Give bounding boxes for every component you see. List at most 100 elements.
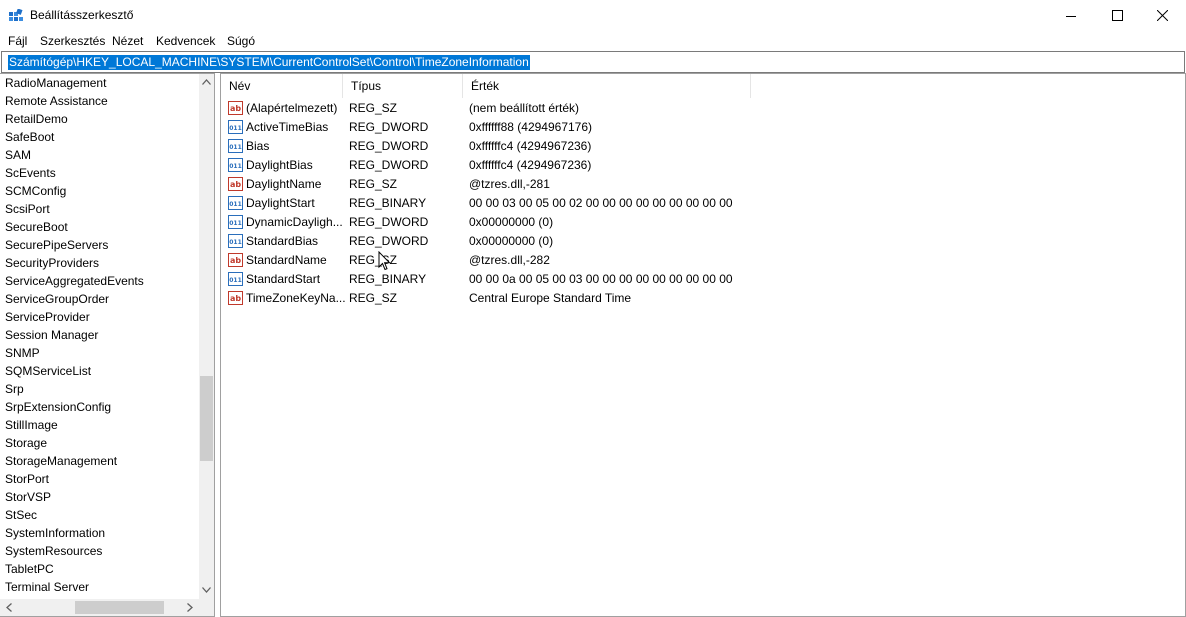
tree-item[interactable]: ServiceAggregatedEvents	[5, 272, 144, 290]
value-data: 00 00 03 00 05 00 02 00 00 00 00 00 00 0…	[469, 196, 733, 210]
tree-item[interactable]: RadioManagement	[5, 74, 106, 92]
value-type: REG_SZ	[349, 291, 398, 305]
tree-horizontal-scroll-thumb[interactable]	[75, 601, 164, 614]
value-name: StandardBias	[246, 234, 319, 248]
tree-item[interactable]: SecurityProviders	[5, 254, 99, 272]
table-row[interactable]: ab (Alapértelmezett) REG_SZ (nem beállított…	[221, 99, 1185, 118]
menu-favorites[interactable]: Kedvencek	[156, 34, 215, 48]
tree-item[interactable]: SystemResources	[5, 542, 102, 560]
value-type: REG_DWORD	[349, 234, 429, 248]
table-row[interactable]: 011 DaylightStart REG_BINARY 00 00 03 00 05…	[221, 194, 1185, 213]
svg-text:ab: ab	[230, 104, 241, 113]
scroll-left-button[interactable]	[1, 600, 16, 615]
value-name: TimeZoneKeyNa...	[246, 291, 346, 305]
column-header-type[interactable]: Típus	[343, 74, 463, 98]
tree-item[interactable]: Terminal Server	[5, 578, 89, 596]
svg-text:011: 011	[229, 163, 242, 170]
menu-file[interactable]: Fájl	[8, 34, 27, 48]
maximize-button[interactable]	[1094, 0, 1140, 31]
menu-view[interactable]: Nézet	[112, 34, 143, 48]
table-row[interactable]: ab TimeZoneKeyNa... REG_SZ Central Europe S…	[221, 289, 1185, 308]
table-row[interactable]: 011 ActiveTimeBias REG_DWORD 0xffffff88 (42…	[221, 118, 1185, 137]
svg-text:ab: ab	[230, 294, 241, 303]
scroll-down-button[interactable]	[199, 582, 214, 597]
menu-help[interactable]: Súgó	[227, 34, 255, 48]
table-row[interactable]: ab StandardName REG_SZ @tzres.dll,-282	[221, 251, 1185, 270]
string-value-icon: ab	[228, 177, 243, 191]
chevron-up-icon	[202, 78, 211, 85]
menu-edit[interactable]: Szerkesztés	[40, 34, 105, 48]
tree-item[interactable]: SNMP	[5, 344, 40, 362]
value-data: 0x00000000 (0)	[469, 215, 554, 229]
value-name: DaylightBias	[246, 158, 313, 172]
table-row[interactable]: 011 DaylightBias REG_DWORD 0xffffffc4 (4294…	[221, 156, 1185, 175]
tree-item[interactable]: SecureBoot	[5, 218, 68, 236]
binary-value-icon: 011	[228, 234, 243, 248]
value-name: Bias	[246, 139, 270, 153]
tree-item[interactable]: StSec	[5, 506, 37, 524]
value-list[interactable]: Név Típus Érték ab (Alapértelmezett) REG_S…	[220, 73, 1186, 617]
tree-item[interactable]: SQMServiceList	[5, 362, 91, 380]
tree-item[interactable]: SecurePipeServers	[5, 236, 108, 254]
value-name: DaylightStart	[246, 196, 315, 210]
table-row[interactable]: ab DaylightName REG_SZ @tzres.dll,-281	[221, 175, 1185, 194]
tree-item[interactable]: SrpExtensionConfig	[5, 398, 111, 416]
table-row[interactable]: 011 DynamicDayligh... REG_DWORD 0x00000000 …	[221, 213, 1185, 232]
value-data: 0xffffff88 (4294967176)	[469, 120, 593, 134]
tree-item[interactable]: StorageManagement	[5, 452, 117, 470]
tree-item[interactable]: StillImage	[5, 416, 58, 434]
tree-item[interactable]: ScEvents	[5, 164, 56, 182]
value-type: REG_SZ	[349, 177, 398, 191]
window-title: Beállításszerkesztő	[30, 8, 134, 22]
tree-item[interactable]: SystemInformation	[5, 524, 105, 542]
svg-text:011: 011	[229, 144, 242, 151]
scroll-up-button[interactable]	[199, 74, 214, 89]
value-type: REG_DWORD	[349, 139, 429, 153]
tree-item[interactable]: ScsiPort	[5, 200, 50, 218]
chevron-right-icon	[186, 603, 193, 612]
table-row[interactable]: 011 StandardBias REG_DWORD 0x00000000 (0)	[221, 232, 1185, 251]
tree-item[interactable]: SAM	[5, 146, 31, 164]
tree-item[interactable]: StorPort	[5, 470, 49, 488]
address-path[interactable]: Számítógép\HKEY_LOCAL_MACHINE\SYSTEM\Cur…	[8, 55, 530, 70]
svg-text:ab: ab	[230, 256, 241, 265]
address-bar[interactable]: Számítógép\HKEY_LOCAL_MACHINE\SYSTEM\Cur…	[1, 51, 1185, 73]
svg-text:011: 011	[229, 201, 242, 208]
table-row[interactable]: 011 Bias REG_DWORD 0xffffffc4 (4294967236)	[221, 137, 1185, 156]
tree-item[interactable]: Storage	[5, 434, 47, 452]
table-row[interactable]: 011 StandardStart REG_BINARY 00 00 0a 00 05…	[221, 270, 1185, 289]
tree-item[interactable]: TabletPC	[5, 560, 54, 578]
value-data: @tzres.dll,-281	[469, 177, 550, 191]
binary-value-icon: 011	[228, 272, 243, 286]
svg-text:ab: ab	[230, 180, 241, 189]
tree-item[interactable]: SafeBoot	[5, 128, 54, 146]
svg-text:011: 011	[229, 220, 242, 227]
tree-vertical-scrollbar[interactable]	[199, 74, 214, 599]
tree-item[interactable]: SCMConfig	[5, 182, 66, 200]
scroll-right-button[interactable]	[182, 600, 197, 615]
value-data: 0xffffffc4 (4294967236)	[469, 158, 592, 172]
tree-item[interactable]: ServiceGroupOrder	[5, 290, 109, 308]
tree-item[interactable]: Remote Assistance	[5, 92, 108, 110]
key-tree[interactable]: RadioManagement Remote Assistance RetailDe…	[0, 73, 215, 617]
tree-horizontal-scrollbar[interactable]	[0, 599, 199, 616]
value-data: (nem beállított érték)	[469, 101, 580, 115]
menu-bar: Fájl Szerkesztés Nézet Kedvencek Súgó	[0, 31, 1186, 51]
tree-item[interactable]: RetailDemo	[5, 110, 68, 128]
binary-value-icon: 011	[228, 196, 243, 210]
tree-item[interactable]: StorVSP	[5, 488, 51, 506]
column-header-value[interactable]: Érték	[463, 74, 751, 98]
minimize-icon	[1066, 15, 1076, 17]
close-icon	[1156, 10, 1168, 21]
tree-item[interactable]: Session Manager	[5, 326, 98, 344]
minimize-button[interactable]	[1048, 0, 1094, 31]
value-data: Central Europe Standard Time	[469, 291, 632, 305]
close-button[interactable]	[1139, 0, 1185, 31]
string-value-icon: ab	[228, 101, 243, 115]
tree-vertical-scroll-thumb[interactable]	[200, 376, 213, 461]
binary-value-icon: 011	[228, 158, 243, 172]
value-name: StandardName	[246, 253, 327, 267]
tree-item[interactable]: Srp	[5, 380, 24, 398]
column-header-name[interactable]: Név	[221, 74, 343, 98]
tree-item[interactable]: ServiceProvider	[5, 308, 90, 326]
